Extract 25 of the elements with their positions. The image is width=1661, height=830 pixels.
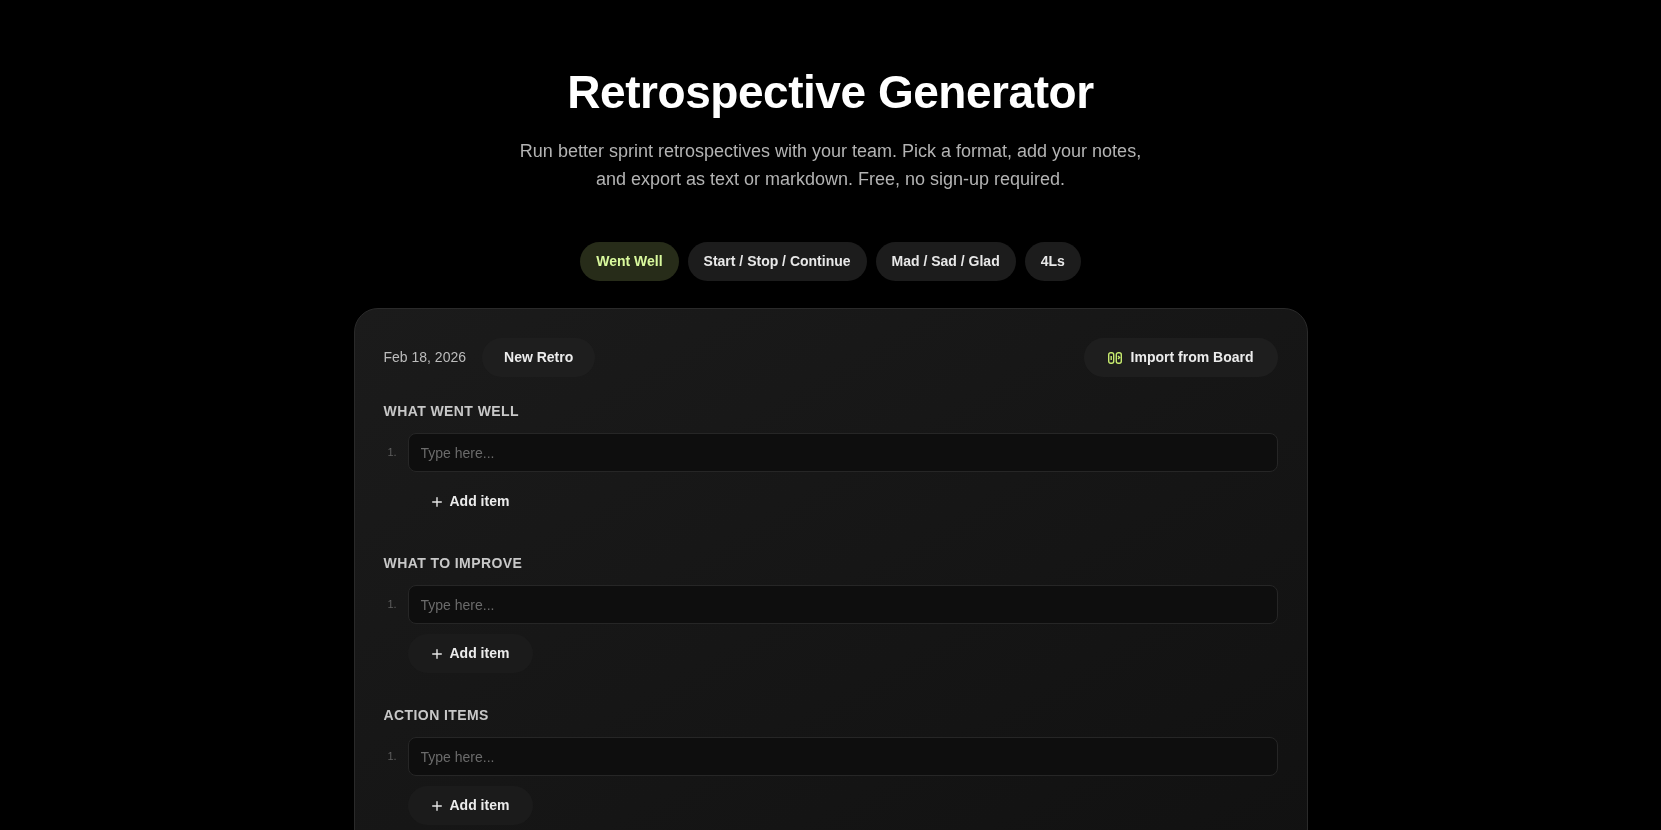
format-tab[interactable]: 4Ls: [1024, 242, 1081, 281]
input-field[interactable]: Type here...: [407, 585, 1278, 624]
add-item-button[interactable]: Add item: [407, 786, 534, 825]
section-heading: WHAT TO IMPROVE: [383, 554, 524, 573]
format-tab[interactable]: Mad / Sad / Glad: [875, 242, 1016, 281]
plus-icon: [431, 800, 442, 811]
retro-date: Feb 18, 2026: [383, 348, 466, 367]
format-tab[interactable]: Start / Stop / Continue: [687, 242, 867, 281]
item-number: 1.: [386, 445, 398, 461]
item-number: 1.: [386, 749, 398, 765]
input-field[interactable]: Type here...: [407, 737, 1278, 776]
add-item-button[interactable]: Add item: [407, 634, 534, 673]
format-tab[interactable]: Went Well: [580, 242, 679, 281]
page-title: Retrospective Generator: [567, 65, 1094, 120]
add-item-button[interactable]: Add item: [407, 482, 534, 521]
columns-icon: [1107, 351, 1122, 364]
item-number: 1.: [386, 597, 398, 613]
page-subtitle: Run better sprint retrospectives with your team. Pick a format, add your notes, and export as text or markdown. Free, no sign-up required.: [518, 140, 1143, 191]
plus-icon: [431, 648, 442, 659]
import-button[interactable]: Import from Board: [1083, 338, 1278, 377]
new-retro-button[interactable]: New Retro: [482, 338, 596, 377]
section-heading: ACTION ITEMS: [383, 706, 490, 725]
plus-icon: [431, 496, 442, 507]
section-heading: WHAT WENT WELL: [383, 402, 520, 421]
input-field[interactable]: Type here...: [407, 433, 1278, 472]
